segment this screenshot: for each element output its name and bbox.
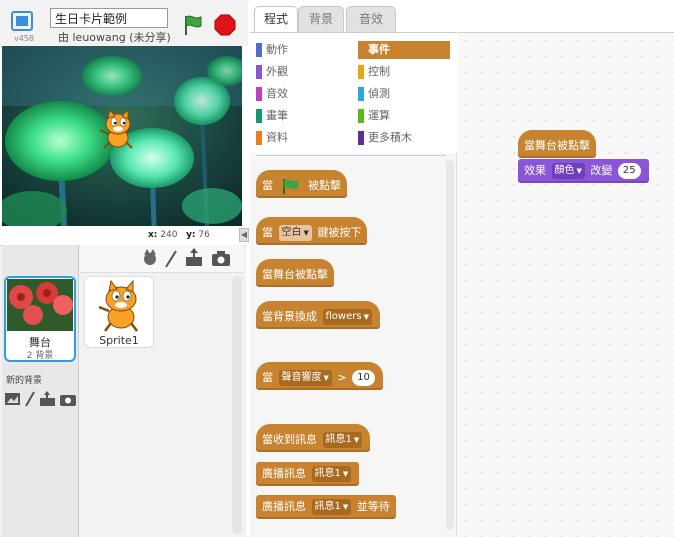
green-flag-icon[interactable]	[182, 14, 204, 36]
backdrop-dropdown[interactable]: flowers ▼	[322, 309, 372, 325]
camera-icon[interactable]	[212, 251, 230, 266]
category-data[interactable]: 資料	[256, 129, 348, 147]
stop-icon[interactable]	[214, 14, 236, 36]
collapse-stage-icon[interactable]: ◀	[239, 228, 249, 242]
mouse-coordinates: x: 240 y: 76	[148, 230, 210, 240]
block-broadcast-and-wait[interactable]: 廣播訊息 訊息1 ▼ 並等待	[256, 495, 396, 519]
category-events[interactable]: 事件	[358, 41, 450, 59]
backdrop-library-icon[interactable]	[5, 393, 20, 405]
new-backdrop-label: 新的背景	[6, 376, 43, 386]
sprite-library-icon[interactable]	[144, 249, 156, 265]
author-line: 由 leuowang (未分享)	[58, 31, 171, 44]
block-when-loudness-greater[interactable]: 當 聲音響度 ▼ > 10	[256, 362, 383, 390]
category-operators[interactable]: 運算	[358, 107, 450, 125]
key-dropdown[interactable]: 空白 ▼	[278, 225, 312, 241]
coord-x: 240	[160, 230, 178, 240]
tab-scripts[interactable]: 程式	[254, 6, 298, 33]
block-when-receive[interactable]: 當收到訊息 訊息1 ▼	[256, 424, 371, 452]
block-when-key-pressed[interactable]: 當 空白 ▼ 鍵被按下	[256, 217, 368, 245]
fullscreen-icon[interactable]	[10, 10, 34, 32]
script-when-stage-clicked[interactable]: 當舞台被點擊	[518, 130, 596, 158]
sprite1-thumbnail	[98, 279, 138, 332]
stage-canvas[interactable]	[2, 46, 242, 226]
category-control[interactable]: 控制	[358, 63, 450, 81]
camera-backdrop-icon[interactable]	[60, 395, 76, 406]
broadcast-wait-dropdown[interactable]: 訊息1 ▼	[311, 499, 352, 515]
effect-dropdown[interactable]: 顏色 ▼	[551, 163, 585, 179]
category-divider	[256, 155, 446, 156]
project-title-input[interactable]	[50, 8, 168, 28]
loudness-value-input[interactable]: 10	[352, 370, 375, 386]
block-broadcast[interactable]: 廣播訊息 訊息1 ▼	[256, 462, 360, 486]
block-when-backdrop-switches[interactable]: 當背景換成 flowers ▼	[256, 301, 380, 329]
broadcast-dropdown[interactable]: 訊息1 ▼	[311, 466, 352, 482]
category-looks[interactable]: 外觀	[256, 63, 348, 81]
block-when-flag-clicked[interactable]: 當 被點擊	[256, 170, 347, 198]
category-motion[interactable]: 動作	[256, 41, 348, 59]
green-flag-icon	[282, 179, 298, 194]
paint-backdrop-icon[interactable]	[25, 391, 35, 407]
new-backdrop-toolbar	[4, 390, 78, 408]
script-change-effect[interactable]: 效果 顏色 ▼ 改變 25	[518, 159, 649, 183]
category-sound[interactable]: 音效	[256, 85, 348, 103]
category-sensing[interactable]: 偵測	[358, 85, 450, 103]
stage-backdrop-flowers	[2, 46, 242, 226]
backdrop-count: 2 背景	[26, 351, 54, 361]
editor-tabs: 程式 背景 音效	[250, 0, 674, 33]
block-when-stage-clicked[interactable]: 當舞台被點擊	[256, 259, 334, 287]
tab-sounds[interactable]: 音效	[346, 6, 396, 32]
upload-icon[interactable]	[186, 248, 202, 266]
tab-backdrops[interactable]: 背景	[298, 6, 344, 32]
version-label: v458	[14, 34, 35, 43]
effect-value-input[interactable]: 25	[617, 163, 641, 179]
message-dropdown[interactable]: 訊息1 ▼	[322, 432, 363, 448]
new-sprite-toolbar	[80, 245, 244, 273]
category-more-blocks[interactable]: 更多積木	[358, 129, 450, 147]
category-list: 動作 事件 外觀 控制 音效 偵測 畫筆 運算 資料 更多積木	[250, 33, 457, 153]
script-area[interactable]	[458, 32, 674, 537]
stage-thumbnail	[7, 279, 73, 331]
sprite1-label: Sprite1	[99, 334, 139, 347]
upload-backdrop-icon[interactable]	[40, 391, 55, 406]
paint-brush-icon[interactable]	[165, 250, 177, 268]
sensor-dropdown[interactable]: 聲音響度 ▼	[278, 370, 332, 386]
coord-y: 76	[198, 230, 210, 240]
sprite-list-scrollbar[interactable]	[232, 276, 242, 534]
palette-scrollbar[interactable]	[446, 160, 454, 530]
category-pen[interactable]: 畫筆	[256, 107, 348, 125]
